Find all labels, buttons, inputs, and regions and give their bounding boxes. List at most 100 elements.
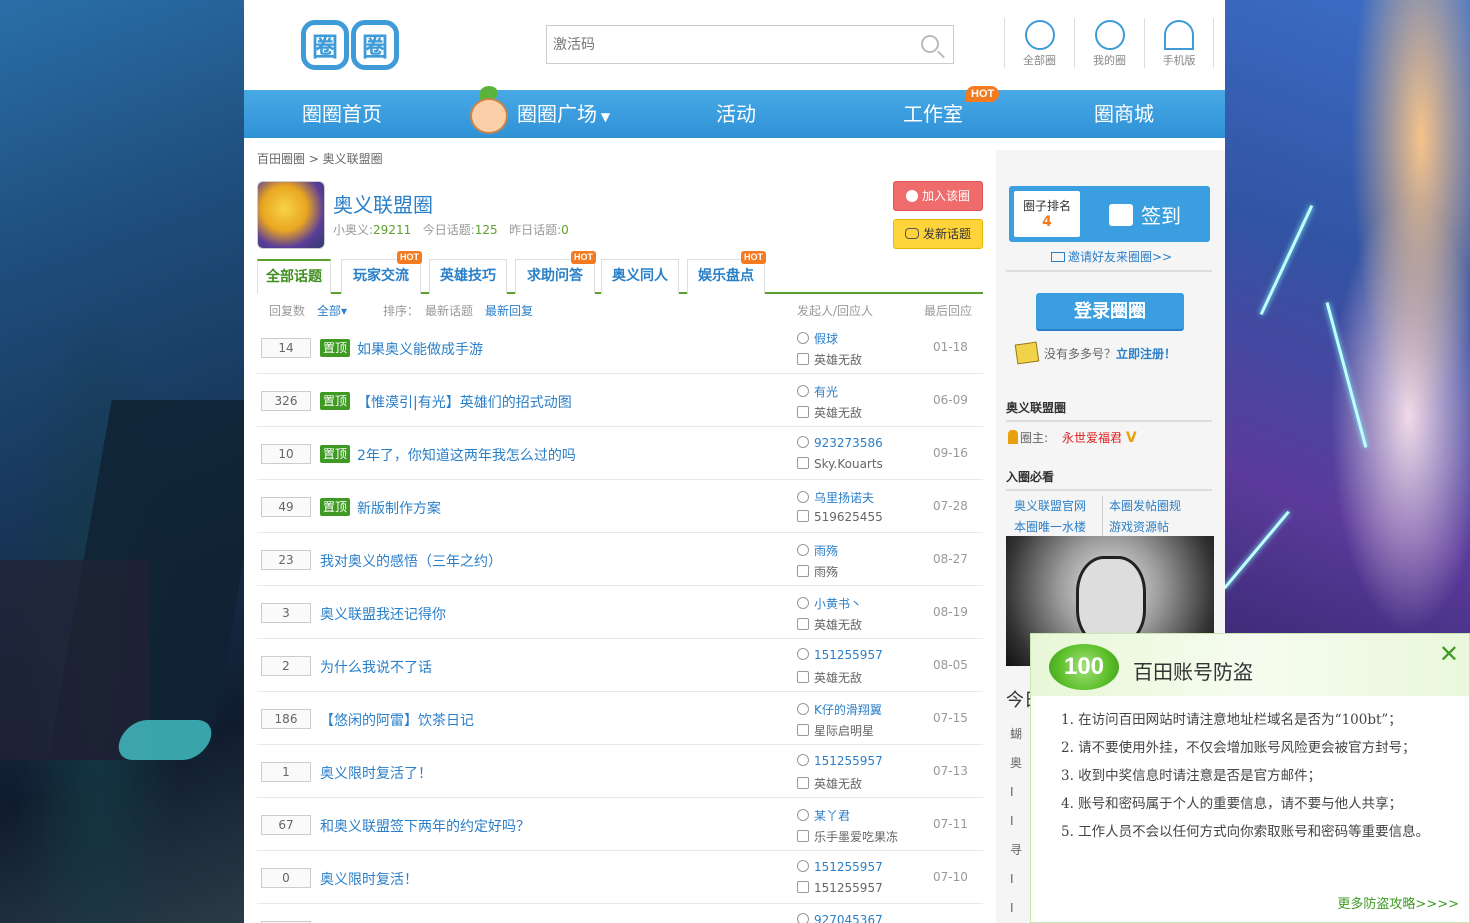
table-row: 927045367 <box>257 904 983 923</box>
thread-replier[interactable]: 英雄无敌 <box>797 669 862 686</box>
search-input[interactable] <box>547 26 907 63</box>
thread-title[interactable]: 和奥义联盟签下两年的约定好吗？ <box>320 816 530 836</box>
thread-author[interactable]: K仔的滑翔翼 <box>797 701 882 718</box>
nav-home[interactable]: 圈圈首页 <box>302 90 382 138</box>
today-list-item[interactable]: 寻 <box>1010 836 1022 865</box>
background-left-art <box>0 0 272 923</box>
circle-avatar[interactable] <box>257 181 325 249</box>
thread-title[interactable]: 新版制作方案 <box>357 498 441 518</box>
thread-title[interactable]: 奥义限时复活了！ <box>320 763 432 783</box>
thread-replier[interactable]: 151255957 <box>797 881 883 895</box>
thread-author[interactable]: 151255957 <box>797 860 883 874</box>
today-list-item[interactable]: I <box>1010 865 1022 894</box>
100-logo-icon: 100 <box>1049 644 1119 690</box>
thread-author[interactable]: 小黄书丶 <box>797 595 862 612</box>
tab-fanworks[interactable]: 奥义同人 <box>601 259 679 294</box>
all-circles-link[interactable]: 全部圈 <box>1004 18 1074 68</box>
check-in-button[interactable]: 签到 <box>1109 200 1181 229</box>
today-list-item[interactable]: I <box>1010 807 1022 836</box>
tab-entertainment[interactable]: 娱乐盘点 HOT <box>687 251 766 294</box>
thread-replier[interactable]: 英雄无敌 <box>797 404 862 421</box>
today-list-item[interactable]: 奥 <box>1010 749 1022 778</box>
thread-title[interactable]: 如果奥义能做成手游 <box>357 339 483 359</box>
table-row: 1 奥义限时复活了！ 151255957 英雄无敌 07-13 <box>257 745 983 798</box>
nav-plaza[interactable]: 圈圈广场 ▼ <box>517 90 610 138</box>
tab-all[interactable]: 全部话题 <box>257 259 331 294</box>
thread-title[interactable]: 【悠闲的阿雷】饮茶日记 <box>320 710 474 730</box>
link-water-thread[interactable]: 本圈唯一水楼 <box>1014 517 1102 538</box>
thread-author[interactable]: 雨殇 <box>797 542 838 559</box>
today-list-item[interactable]: 蝴 <box>1010 720 1022 749</box>
login-button[interactable]: 登录圈圈 <box>1036 293 1184 331</box>
new-topic-button[interactable]: 发新话题 <box>893 219 983 249</box>
register-prompt: 没有多多号？立即注册！ <box>1014 341 1176 365</box>
members-label: 小奥义: <box>333 223 374 237</box>
thread-title[interactable]: 我对奥义的感悟（三年之约） <box>320 551 502 571</box>
owner-name[interactable]: 永世爱福君 <box>1062 431 1122 445</box>
thread-author[interactable]: 923273586 <box>797 436 883 450</box>
pinned-badge: 置顶 <box>320 498 351 516</box>
tab-label: 英雄技巧 <box>440 268 496 284</box>
calendar-icon <box>1109 204 1133 226</box>
link-official-site[interactable]: 奥义联盟官网 <box>1014 496 1102 517</box>
top-icon-group: 全部圈 我的圈 手机版 <box>1004 18 1214 68</box>
thread-author[interactable]: 151255957 <box>797 648 883 662</box>
hot-badge: HOT <box>741 251 766 264</box>
thread-replier[interactable]: 英雄无敌 <box>797 616 862 633</box>
top-bar: 圈 圈 全部圈 我的圈 手机版 <box>244 0 1225 90</box>
thread-replier[interactable]: 519625455 <box>797 510 883 524</box>
close-icon[interactable]: ✕ <box>1439 640 1459 668</box>
my-circles-link[interactable]: 我的圈 <box>1074 18 1144 68</box>
filter-dropdown[interactable]: 全部▾ <box>317 302 347 319</box>
register-link[interactable]: 立即注册！ <box>1116 347 1176 361</box>
thread-author[interactable]: 151255957 <box>797 754 883 768</box>
thread-title[interactable]: 2年了，你知道这两年我怎么过的吗 <box>357 445 576 465</box>
col-last-reply: 最后回应 <box>924 304 973 318</box>
thread-author[interactable]: 927045367 <box>797 913 883 923</box>
link-game-resources[interactable]: 游戏资源帖 <box>1102 517 1190 538</box>
invite-friends-link[interactable]: 邀请好友来圈圈>> <box>1051 248 1172 265</box>
nav-shop[interactable]: 圈商城 <box>1094 90 1154 138</box>
tab-hero-skills[interactable]: 英雄技巧 <box>429 259 507 294</box>
thread-title[interactable]: 奥义限时复活！ <box>320 869 418 889</box>
thread-replier[interactable]: 英雄无敌 <box>797 775 862 792</box>
thread-title[interactable]: 为什么我说不了话 <box>320 657 432 677</box>
thread-title[interactable]: 奥义联盟我还记得你 <box>320 604 446 624</box>
thread-title[interactable]: 【惟漠引|有光】英雄们的招式动图 <box>357 392 572 412</box>
thread-author[interactable]: 假球 <box>797 330 838 347</box>
site-logo[interactable]: 圈 圈 <box>301 20 399 72</box>
thread-replier[interactable]: 乐手墨爱吃果冻 <box>797 828 898 845</box>
topic-tabs: 全部话题 玩家交流 HOT 英雄技巧 求助问答 HOT 奥义同人 娱乐盘点 HOT <box>257 251 983 294</box>
reply-count: 3 <box>261 603 311 623</box>
link-posting-rules[interactable]: 本圈发帖圈规 <box>1102 496 1190 517</box>
thread-replier[interactable]: Sky.Kouarts <box>797 457 883 471</box>
thread-replier[interactable]: 英雄无敌 <box>797 351 862 368</box>
circle-title[interactable]: 奥义联盟圈 <box>333 189 433 218</box>
hot-badge: HOT <box>966 86 1000 102</box>
tab-help[interactable]: 求助问答 HOT <box>515 251 596 294</box>
thread-author[interactable]: 乌里扬诺夫 <box>797 489 874 506</box>
sign-in-panel: 圈子排名 4 签到 <box>1009 186 1210 242</box>
thread-author[interactable]: 某丫君 <box>797 807 850 824</box>
today-list-item[interactable]: I <box>1010 778 1022 807</box>
more-tips-link[interactable]: 更多防盗攻略>>>> <box>1337 893 1459 912</box>
last-reply-date: 08-27 <box>933 552 968 566</box>
nav-studio[interactable]: 工作室 <box>903 90 963 138</box>
nav-activity[interactable]: 活动 <box>716 90 756 138</box>
sort-newest-topic[interactable]: 最新话题 <box>425 302 473 319</box>
join-circle-button[interactable]: 加入该圈 <box>893 181 983 211</box>
mobile-link[interactable]: 手机版 <box>1144 18 1214 68</box>
thread-replier[interactable]: 雨殇 <box>797 563 838 580</box>
thread-list: 14 置顶 如果奥义能做成手游 假球 英雄无敌 01-18 326 置顶 【惟漠引|有光】英雄们… <box>257 321 983 923</box>
last-reply-date: 07-13 <box>933 764 968 778</box>
sort-newest-reply[interactable]: 最新回复 <box>485 302 533 319</box>
section-circle-title: 奥义联盟圈 <box>1006 399 1212 422</box>
today-list-item[interactable]: I <box>1010 894 1022 923</box>
thread-author[interactable]: 有光 <box>797 383 838 400</box>
thread-replier[interactable]: 星际启明星 <box>797 722 874 739</box>
anti-theft-popup: 100 百田账号防盗 ✕ 1. 在访问百田网站时请注意地址栏域名是否为“100b… <box>1030 633 1470 923</box>
breadcrumb[interactable]: 百田圈圈 > 奥义联盟圈 <box>257 150 383 167</box>
tab-player-chat[interactable]: 玩家交流 HOT <box>341 251 422 294</box>
search-icon[interactable] <box>921 35 939 53</box>
last-reply-date: 07-15 <box>933 711 968 725</box>
